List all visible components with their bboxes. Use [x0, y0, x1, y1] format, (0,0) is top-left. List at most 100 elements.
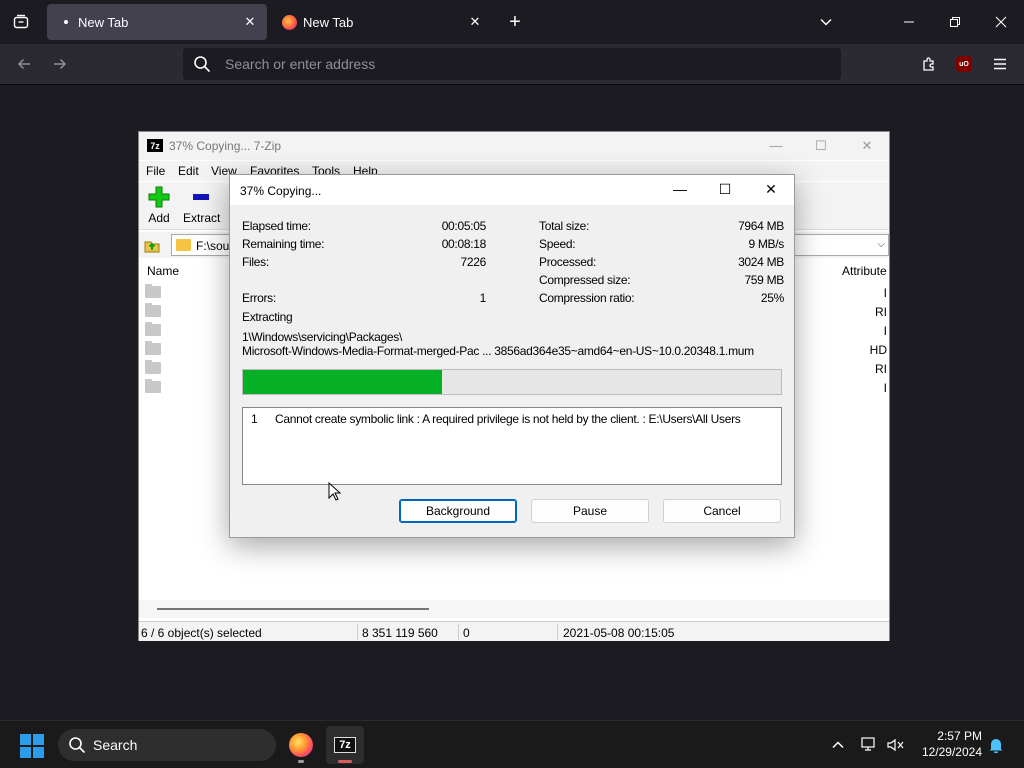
status-divider: [557, 624, 558, 640]
extract-button[interactable]: Extract: [183, 186, 220, 225]
volume-tray-button[interactable]: [886, 735, 906, 755]
search-icon: [194, 56, 211, 73]
dialog-close-button[interactable]: ✕: [760, 181, 782, 199]
firefox-icon: [289, 733, 313, 757]
tab-indicator-dot: [64, 20, 68, 24]
windows-logo-icon: [33, 747, 44, 758]
list-all-tabs-button[interactable]: [814, 10, 838, 34]
ublock-origin-button[interactable]: uO: [953, 53, 975, 75]
chevron-down-icon[interactable]: ⌵: [877, 239, 885, 250]
tab-label: New Tab: [78, 14, 129, 30]
tab-new-tab[interactable]: New Tab ✕: [272, 4, 492, 40]
chevron-up-icon: [832, 741, 844, 749]
ublock-icon: uO: [956, 56, 972, 72]
remaining-time-value: 00:08:18: [441, 237, 487, 251]
horizontal-scrollbar[interactable]: [139, 600, 889, 618]
tab-new-tab-active[interactable]: New Tab ✕: [47, 4, 267, 40]
dialog-maximize-button[interactable]: ☐: [714, 181, 736, 199]
background-button[interactable]: Background: [399, 499, 517, 523]
tab-list-button[interactable]: [8, 9, 34, 35]
7zip-window-title: 37% Copying... 7-Zip: [169, 139, 282, 153]
chevron-down-icon: [820, 18, 832, 26]
show-hidden-icons-button[interactable]: [828, 735, 848, 755]
7zip-icon: 7z: [334, 737, 356, 753]
taskbar-firefox[interactable]: [282, 726, 320, 764]
item-attributes: RI: [875, 362, 887, 376]
menu-file[interactable]: File: [146, 164, 165, 178]
current-path-line2: Microsoft-Windows-Media-Format-merged-Pa…: [242, 344, 754, 358]
folder-icon: [145, 379, 161, 393]
folder-icon: [145, 360, 161, 374]
notifications-button[interactable]: [986, 735, 1006, 755]
url-input[interactable]: [225, 54, 805, 74]
dialog-title: 37% Copying...: [240, 184, 322, 198]
total-size-label: Total size:: [539, 219, 590, 233]
taskbar-search-box[interactable]: Search: [58, 729, 276, 761]
arrow-left-icon: [17, 58, 30, 70]
status-modified: 2021-05-08 00:15:05: [563, 626, 675, 640]
folder-icon: [145, 322, 161, 336]
clock-date: 12/29/2024: [921, 745, 982, 759]
7zip-minimize-button[interactable]: —: [767, 138, 785, 154]
error-message: Cannot create symbolic link : A required…: [275, 412, 741, 426]
minimize-button[interactable]: [897, 10, 921, 34]
cancel-button[interactable]: Cancel: [663, 499, 781, 523]
app-menu-button[interactable]: [989, 53, 1011, 75]
column-attributes[interactable]: Attribute: [842, 264, 887, 278]
start-button[interactable]: [20, 734, 44, 758]
scrollbar-thumb[interactable]: [157, 608, 429, 610]
7zip-maximize-button[interactable]: ☐: [812, 138, 830, 154]
column-name[interactable]: Name: [147, 264, 179, 278]
puzzle-icon: [923, 57, 934, 71]
restore-icon: [950, 17, 960, 27]
tab-list-icon: [13, 14, 29, 29]
bell-icon: [989, 739, 1003, 753]
current-path: F:\sou: [196, 239, 230, 253]
windows-taskbar: Search 7z 2:57 PM 12/29/2024: [0, 720, 1024, 768]
back-button[interactable]: [12, 52, 36, 76]
folder-icon: [176, 239, 191, 251]
close-window-button[interactable]: [989, 10, 1013, 34]
add-label: Add: [148, 211, 170, 225]
progress-bar: [242, 369, 782, 395]
close-tab-icon[interactable]: ✕: [466, 13, 484, 31]
taskbar-7zip[interactable]: 7z: [326, 726, 364, 764]
elapsed-time-value: 00:05:05: [441, 219, 487, 233]
dialog-minimize-button[interactable]: —: [669, 181, 691, 199]
status-packed: 0: [463, 626, 470, 640]
clock-time: 2:57 PM: [937, 729, 982, 743]
minimize-icon: [904, 21, 914, 23]
network-tray-button[interactable]: [860, 735, 880, 755]
close-tab-icon[interactable]: ✕: [241, 13, 259, 31]
dialog-title-bar: 37% Copying... — ☐ ✕: [230, 175, 794, 205]
forward-button[interactable]: [48, 52, 72, 76]
compressed-size-value: 759 MB: [744, 273, 784, 287]
taskbar-clock[interactable]: 2:57 PM 12/29/2024: [912, 728, 982, 760]
url-bar[interactable]: [183, 48, 841, 80]
files-label: Files:: [242, 255, 269, 269]
errors-value: 1: [479, 291, 487, 305]
windows-logo-icon: [33, 734, 44, 745]
extensions-button[interactable]: [918, 53, 940, 75]
error-row[interactable]: 1 Cannot create symbolic link : A require…: [251, 412, 741, 426]
firefox-icon: [282, 14, 297, 30]
progress-bar-fill: [243, 370, 443, 394]
errors-label: Errors:: [242, 291, 276, 305]
new-tab-button[interactable]: +: [505, 11, 525, 33]
tab-label: New Tab: [303, 14, 354, 30]
item-attributes: I: [883, 324, 887, 338]
operation-label: Extracting: [242, 310, 293, 324]
browser-nav-bar: uO: [0, 44, 1024, 85]
7zip-app-icon: 7z: [147, 139, 163, 152]
running-indicator: [338, 760, 352, 763]
windows-logo-icon: [20, 734, 31, 745]
item-attributes: I: [883, 286, 887, 300]
error-list[interactable]: 1 Cannot create symbolic link : A require…: [242, 407, 782, 485]
add-button[interactable]: Add: [147, 186, 171, 225]
remaining-time-label: Remaining time:: [242, 237, 325, 251]
pause-button[interactable]: Pause: [531, 499, 649, 523]
restore-button[interactable]: [943, 10, 967, 34]
7zip-close-button[interactable]: ✕: [858, 138, 876, 154]
menu-edit[interactable]: Edit: [178, 164, 199, 178]
folder-up-icon[interactable]: [143, 236, 161, 254]
